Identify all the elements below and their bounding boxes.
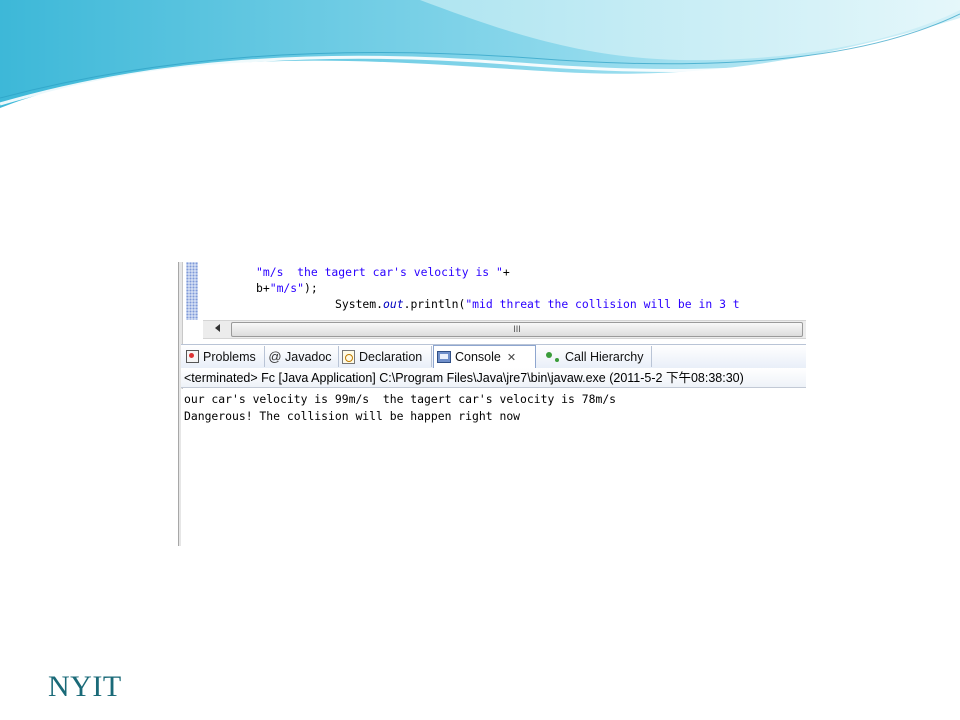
tab-problems[interactable]: Problems [183,346,265,367]
scrollbar-grip: III [513,324,521,334]
tab-label: Console [455,350,501,364]
string-literal: "mid threat the collision will be in 3 t [465,297,740,311]
tab-label: Problems [203,349,256,364]
problems-icon [186,350,199,363]
call-hierarchy-icon [545,350,561,364]
tab-label: Declaration [359,349,423,364]
code-line: b+"m/s"); [256,280,318,296]
tab-call-hierarchy[interactable]: Call Hierarchy [542,346,652,367]
horizontal-scrollbar[interactable]: III [203,320,806,339]
scrollbar-thumb[interactable]: III [231,322,803,337]
string-literal: "m/s" [269,281,305,295]
view-tab-bar: Problems @ Javadoc Declaration Console ✕… [181,344,806,370]
string-literal: "m/s the tagert car's velocity is " [256,265,503,279]
code-token: System. [335,297,384,311]
editor-annotation-ruler [186,262,198,320]
console-output-line: our car's velocity is 99m/s the tagert c… [184,392,617,406]
tab-console[interactable]: Console ✕ [433,345,536,368]
code-line: System.out.println("mid threat the colli… [335,296,740,312]
declaration-icon [342,349,355,364]
code-token: ); [304,281,318,295]
tab-javadoc[interactable]: @ Javadoc [265,346,339,367]
at-sign-icon: @ [268,348,282,364]
brand-logo-text: NYIT [48,670,122,703]
close-icon[interactable]: ✕ [507,351,516,364]
code-token: b+ [256,281,270,295]
console-output-line: Dangerous! The collision will be happen … [184,409,521,423]
code-token: + [502,265,510,279]
tab-declaration[interactable]: Declaration [339,346,432,367]
code-field-token: out [383,297,404,311]
console-icon [437,351,451,363]
tab-label: Call Hierarchy [565,349,644,364]
code-token: .println( [403,297,466,311]
eclipse-screenshot: "m/s the tagert car's velocity is "+ b+"… [143,262,806,546]
scroll-left-arrow-icon[interactable] [215,324,220,332]
header-wave-decoration [0,0,960,108]
code-line: "m/s the tagert car's velocity is "+ [256,264,510,280]
console-status-line: <terminated> Fc [Java Application] C:\Pr… [181,368,806,388]
tab-label: Javadoc [285,349,332,364]
console-output[interactable]: our car's velocity is 99m/s the tagert c… [181,389,806,546]
